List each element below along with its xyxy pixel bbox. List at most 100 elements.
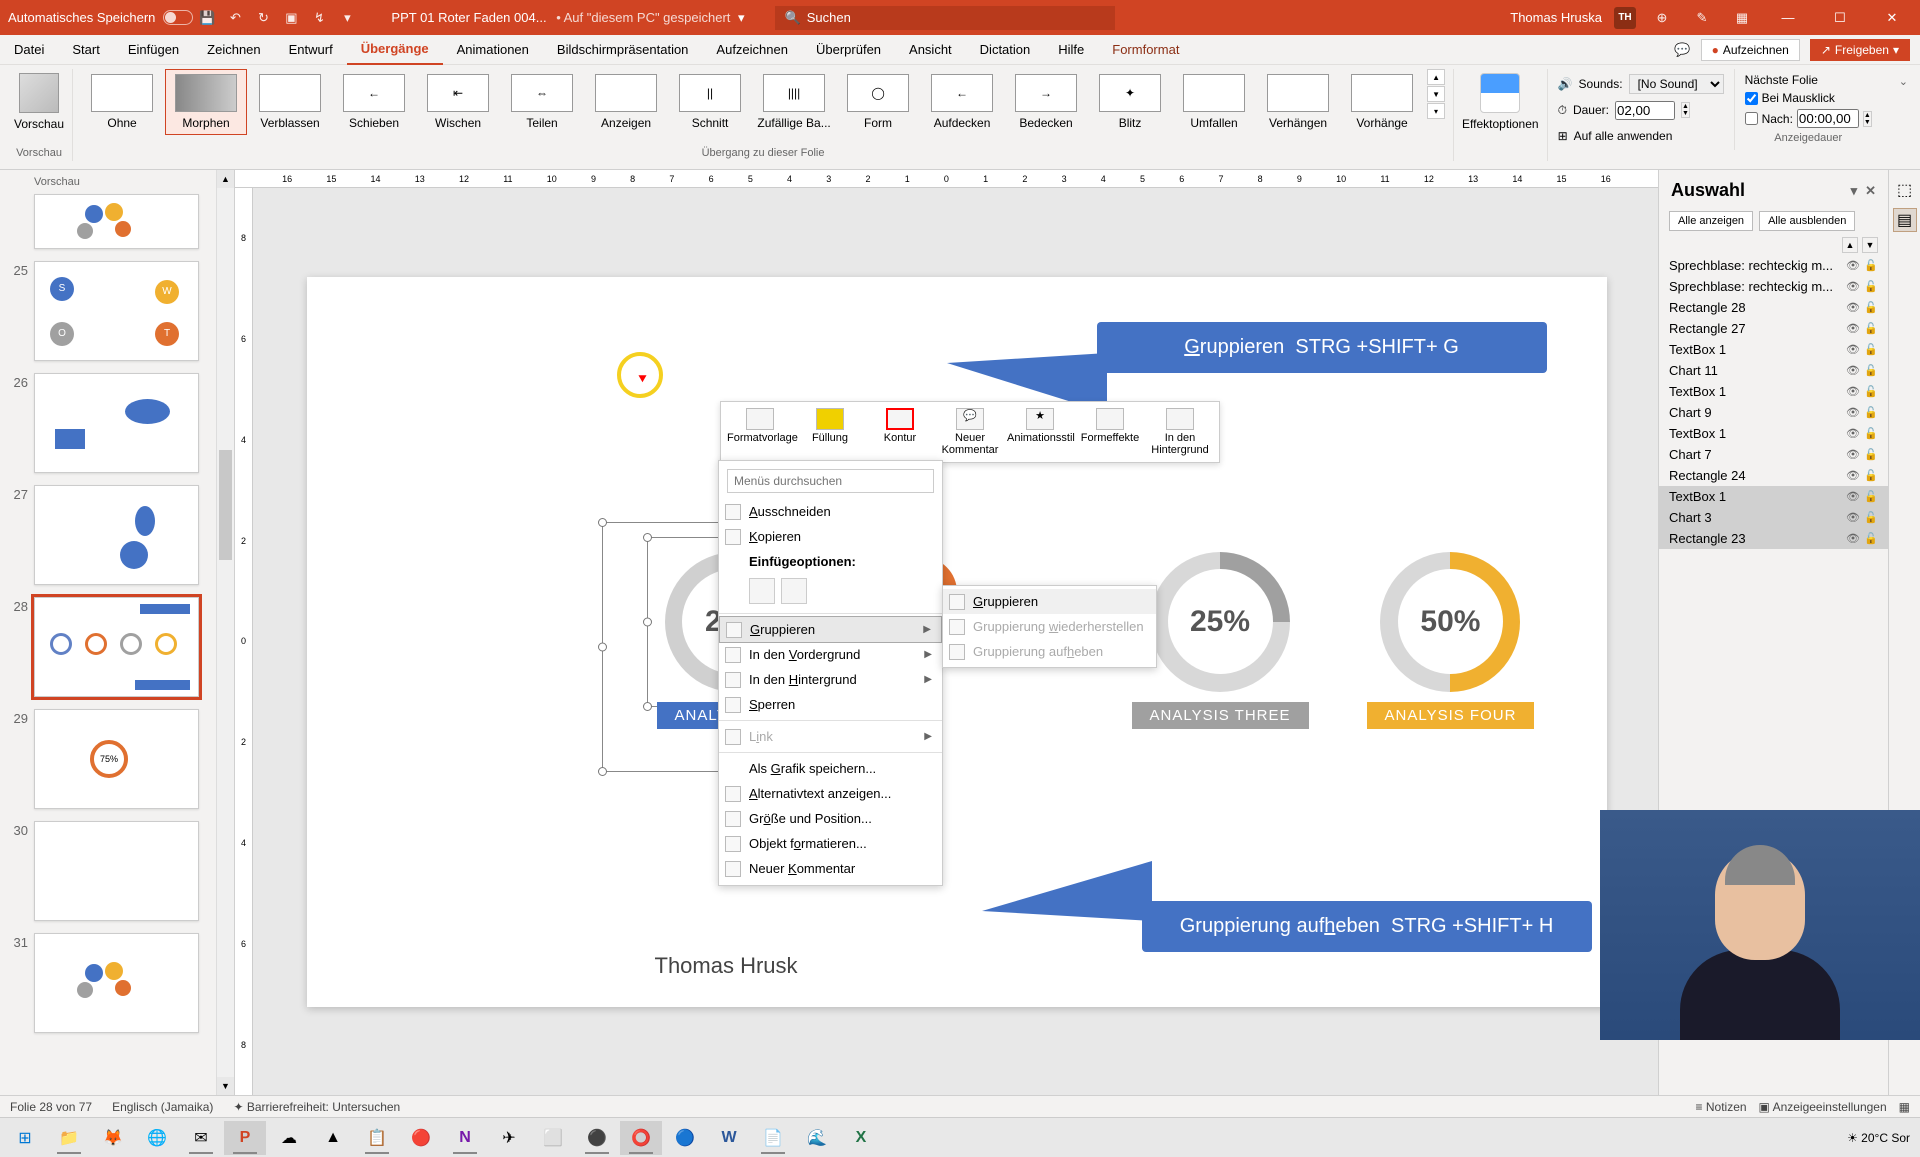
duration-input[interactable] (1615, 101, 1675, 120)
weather-widget[interactable]: ☀ 20°C Sor (1847, 1131, 1910, 1145)
sp-item[interactable]: TextBox 1👁🔓 (1659, 423, 1888, 444)
trans-form[interactable]: ◯Form (837, 69, 919, 135)
context-menu-search[interactable] (727, 469, 934, 493)
share-button[interactable]: ↗Freigeben▾ (1810, 39, 1910, 61)
tb-app-14[interactable]: ⭕ (620, 1121, 662, 1155)
sp-item[interactable]: Rectangle 27👁🔓 (1659, 318, 1888, 339)
mtb-kontur[interactable]: Kontur (867, 408, 933, 456)
mtb-fuellung[interactable]: Füllung (797, 408, 863, 456)
rail-item-2[interactable]: ▤ (1893, 208, 1917, 232)
start-button[interactable]: ⊞ (4, 1121, 46, 1155)
sp-item[interactable]: Chart 11👁🔓 (1659, 360, 1888, 381)
preview-button[interactable]: Vorschau (14, 69, 64, 131)
paste-opt-1[interactable] (749, 578, 775, 604)
cm-ausschneiden[interactable]: Ausschneiden (719, 499, 942, 524)
tab-animationen[interactable]: Animationen (443, 35, 543, 65)
qat-more-icon[interactable]: ▾ (338, 9, 356, 27)
cm-neuer-kommentar[interactable]: Neuer Kommentar (719, 856, 942, 881)
tb-app-15[interactable]: 🔵 (664, 1121, 706, 1155)
tab-datei[interactable]: Datei (0, 35, 58, 65)
accessibility-check[interactable]: ✦ Barrierefreiheit: Untersuchen (233, 1100, 400, 1114)
tb-excel[interactable]: X (840, 1121, 882, 1155)
mtb-hintergrund[interactable]: In den Hintergrund (1147, 408, 1213, 456)
mtb-kommentar[interactable]: 💬Neuer Kommentar (937, 408, 1003, 456)
trans-aufdecken[interactable]: ←Aufdecken (921, 69, 1003, 135)
trans-verblassen[interactable]: Verblassen (249, 69, 331, 135)
view-normal[interactable]: ▦ (1899, 1100, 1910, 1114)
sp-item[interactable]: TextBox 1👁🔓 (1659, 381, 1888, 402)
close-button[interactable]: ✕ (1872, 0, 1912, 35)
slide-thumbnails[interactable]: Vorschau 25 S W O T 26 27 28 (0, 170, 235, 1095)
on-click-checkbox[interactable]: Bei Mausklick (1745, 91, 1872, 105)
rail-item-1[interactable]: ⬚ (1893, 178, 1917, 202)
tab-aufzeichnen[interactable]: Aufzeichnen (702, 35, 802, 65)
trans-schnitt[interactable]: ||Schnitt (669, 69, 751, 135)
tb-app-6[interactable]: ☁ (268, 1121, 310, 1155)
slide-thumb-29[interactable]: 75% (34, 709, 199, 809)
undo-icon[interactable]: ↶ (226, 9, 244, 27)
sp-item[interactable]: TextBox 1👁🔓 (1659, 339, 1888, 360)
slide-thumb-30[interactable] (34, 821, 199, 921)
autosave-toggle[interactable]: Automatisches Speichern (8, 10, 193, 25)
sp-close-icon[interactable]: ✕ (1865, 183, 1876, 199)
trans-vorhaenge[interactable]: Vorhänge (1341, 69, 1423, 135)
callout-group[interactable]: Gruppieren STRG +SHIFT+ G (1097, 322, 1547, 373)
trans-schieben[interactable]: ←Schieben (333, 69, 415, 135)
display-settings[interactable]: ▣ Anzeigeeinstellungen (1759, 1100, 1887, 1114)
tab-bildschirmpraesentation[interactable]: Bildschirmpräsentation (543, 35, 703, 65)
language-indicator[interactable]: Englisch (Jamaika) (112, 1100, 213, 1114)
user-name[interactable]: Thomas Hruska (1510, 10, 1602, 25)
trans-blitz[interactable]: ✦Blitz (1089, 69, 1171, 135)
tab-hilfe[interactable]: Hilfe (1044, 35, 1098, 65)
cm-hintergrund[interactable]: In den Hintergrund▶ (719, 667, 942, 692)
tab-start[interactable]: Start (58, 35, 113, 65)
trans-umfallen[interactable]: Umfallen (1173, 69, 1255, 135)
document-title[interactable]: PPT 01 Roter Faden 004... • Auf "diesem … (391, 10, 744, 26)
tb-chrome[interactable]: 🌐 (136, 1121, 178, 1155)
tb-app-9[interactable]: 🔴 (400, 1121, 442, 1155)
cm-grafik-speichern[interactable]: Als Grafik speichern... (719, 756, 942, 781)
search-box[interactable]: 🔍 Suchen (775, 6, 1115, 30)
trans-zufaellig[interactable]: ||||Zufällige Ba... (753, 69, 835, 135)
record-button[interactable]: ●Aufzeichnen (1701, 39, 1800, 61)
redo-icon[interactable]: ↻ (254, 9, 272, 27)
tab-ueberpruefen[interactable]: Überprüfen (802, 35, 895, 65)
maximize-button[interactable]: ☐ (1820, 0, 1860, 35)
tb-app-17[interactable]: 📄 (752, 1121, 794, 1155)
cm-alternativtext[interactable]: Alternativtext anzeigen... (719, 781, 942, 806)
slide-thumb-25[interactable]: S W O T (34, 261, 199, 361)
tb-icon-3[interactable]: ▦ (1733, 9, 1751, 27)
thumbnails-scrollbar[interactable]: ▲▼ (216, 170, 234, 1095)
cm-gruppieren[interactable]: Gruppieren▶ (719, 616, 942, 643)
trans-anzeigen[interactable]: Anzeigen (585, 69, 667, 135)
sp-up[interactable]: ▲ (1842, 237, 1858, 253)
present-icon[interactable]: ▣ (282, 9, 300, 27)
save-icon[interactable]: 💾 (198, 9, 216, 27)
sp-dropdown-icon[interactable]: ▾ (1851, 183, 1858, 199)
donut-4[interactable]: 50% ANALYSIS FOUR (1367, 552, 1535, 729)
cm-formatieren[interactable]: Objekt formatieren... (719, 831, 942, 856)
ribbon-collapse[interactable]: ⌄ (1893, 69, 1914, 94)
tab-formformat[interactable]: Formformat (1098, 35, 1193, 65)
sounds-select[interactable]: [No Sound] (1629, 74, 1724, 94)
sp-item[interactable]: Rectangle 23👁🔓 (1659, 528, 1888, 549)
mtb-formeffekte[interactable]: Formeffekte (1077, 408, 1143, 456)
after-checkbox[interactable]: Nach:▲▼ (1745, 109, 1872, 128)
donut-3[interactable]: 25% ANALYSIS THREE (1132, 552, 1309, 729)
tb-vlc[interactable]: ▲ (312, 1121, 354, 1155)
sp-item[interactable]: Chart 7👁🔓 (1659, 444, 1888, 465)
sp-item[interactable]: Rectangle 28👁🔓 (1659, 297, 1888, 318)
tb-telegram[interactable]: ✈ (488, 1121, 530, 1155)
tb-obs[interactable]: ⚫ (576, 1121, 618, 1155)
sp-item[interactable]: Sprechblase: rechteckig m...👁🔓 (1659, 276, 1888, 297)
sp-item[interactable]: Sprechblase: rechteckig m...👁🔓 (1659, 255, 1888, 276)
mtb-animationsstil[interactable]: ★Animationsstil (1007, 408, 1073, 456)
sp-item[interactable]: Rectangle 24👁🔓 (1659, 465, 1888, 486)
slide-thumb-27[interactable] (34, 485, 199, 585)
trans-wischen[interactable]: ⇤Wischen (417, 69, 499, 135)
trans-verhaengen[interactable]: Verhängen (1257, 69, 1339, 135)
tb-word[interactable]: W (708, 1121, 750, 1155)
slide-thumb-24[interactable] (34, 194, 199, 249)
tb-app-12[interactable]: ⬜ (532, 1121, 574, 1155)
mtb-formatvorlage[interactable]: Formatvorlage (727, 408, 793, 456)
